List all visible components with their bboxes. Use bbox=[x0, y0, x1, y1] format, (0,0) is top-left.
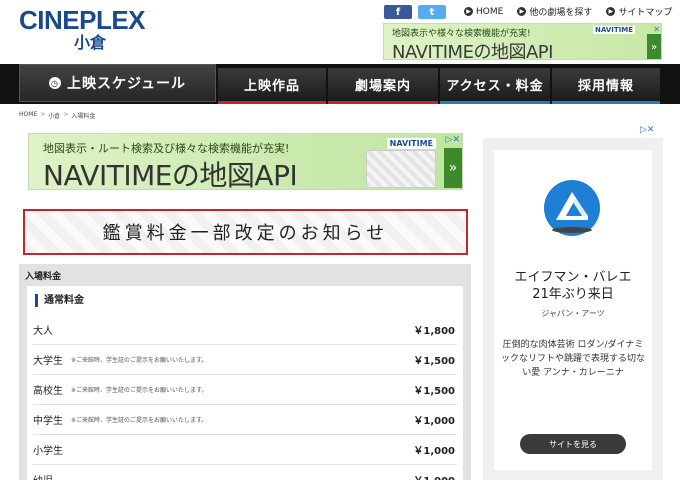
nav-works-label: 上映作品 bbox=[243, 79, 300, 94]
logo-main-text: CINEPLEX bbox=[19, 5, 146, 35]
nav-schedule[interactable]: ◷ 上映スケジュール bbox=[19, 64, 216, 102]
price-category: 大人 bbox=[33, 326, 53, 337]
home-link[interactable]: ▶ HOME bbox=[464, 5, 503, 18]
home-link-label: HOME bbox=[476, 6, 504, 17]
price-category: 大学生 bbox=[33, 356, 63, 367]
breadcrumb-separator: > bbox=[40, 111, 46, 118]
main-nav: ◷ 上映スケジュール 上映作品 劇場案内 アクセス・料金 採用情報 bbox=[0, 64, 680, 104]
price-panel-title: 入場料金 bbox=[25, 272, 62, 282]
map-illustration bbox=[366, 150, 436, 188]
top-links: ▶ HOME ▶ 他の劇場を探す ▶ サイトマップ bbox=[464, 5, 672, 18]
side-ad-close-icon[interactable]: ▷✕ bbox=[640, 125, 654, 135]
twitter-icon: t bbox=[429, 6, 435, 18]
price-row: 高校生 ※ご来館時、学生証のご提示をお願いいたします。 ￥1,500 bbox=[33, 375, 457, 405]
logo-theater-name: 小倉 bbox=[74, 33, 107, 52]
main-ad-brand: NAVITIME bbox=[386, 138, 436, 149]
nav-recruit-label: 採用情報 bbox=[577, 79, 634, 94]
side-ad-description: 圧倒的な肉体芸術 ロダン/ダイナミックなリフトや跳躍で表現する切ない愛 アンナ・… bbox=[500, 340, 645, 378]
arrow-circle-icon: ▶ bbox=[464, 7, 473, 16]
section-title: 通常料金 bbox=[35, 294, 84, 307]
breadcrumb-current: 入場料金 bbox=[71, 113, 96, 120]
nav-theater[interactable]: 劇場案内 bbox=[328, 68, 438, 104]
arrow-circle-icon: ▶ bbox=[606, 7, 616, 16]
sitemap-link[interactable]: ▶ サイトマップ bbox=[606, 5, 672, 18]
price-value: ￥1,500 bbox=[413, 356, 455, 367]
clock-icon: ◷ bbox=[48, 77, 61, 89]
main-banner-ad[interactable]: 地図表示・ルート検索及び様々な検索機能が充実! NAVITIMEの地図API N… bbox=[28, 133, 463, 190]
price-notice-text: 鑑賞料金一部改定のお知らせ bbox=[102, 223, 389, 244]
price-value: ￥1,000 bbox=[413, 472, 455, 480]
side-ad-subtitle: 21年ぶり来日 bbox=[532, 287, 614, 302]
price-category: 小学生 bbox=[33, 446, 63, 457]
price-panel: 入場料金 通常料金 大人 ￥1,800 大学生 ※ご来館時、学生証のご提示をお願… bbox=[19, 264, 471, 480]
price-note: ※ご来館時、学生証のご提示をお願いいたします。 bbox=[71, 387, 208, 394]
price-row: 幼児 ￥1,000 bbox=[33, 465, 457, 480]
nav-works[interactable]: 上映作品 bbox=[218, 68, 326, 104]
main-ad-headline: NAVITIMEの地図API bbox=[43, 159, 298, 190]
nav-access[interactable]: アクセス・料金 bbox=[440, 68, 550, 104]
nav-access-label: アクセス・料金 bbox=[446, 79, 544, 94]
price-row: 大人 ￥1,800 bbox=[33, 315, 457, 345]
side-ad-sponsor: ジャパン・アーツ bbox=[541, 309, 605, 318]
nav-recruit[interactable]: 採用情報 bbox=[552, 68, 660, 104]
price-note: ※ご来館時、学生証のご提示をお願いいたします。 bbox=[71, 417, 208, 424]
top-banner-ad[interactable]: 地図表示や様々な検索機能が充実! NAVITIMEの地図API NAVITIME… bbox=[383, 23, 662, 60]
price-value: ￥1,500 bbox=[413, 386, 455, 397]
site-header: CINEPLEX 小倉 f t ▶ HOME ▶ 他の劇場を探す ▶ サイトマップ 地… bbox=[0, 0, 680, 64]
price-value: ￥1,800 bbox=[413, 326, 455, 337]
price-value: ￥1,000 bbox=[413, 416, 455, 427]
nav-theater-label: 劇場案内 bbox=[354, 79, 411, 94]
price-category: 幼児 bbox=[33, 472, 53, 480]
top-ad-headline: NAVITIMEの地図API bbox=[392, 42, 553, 60]
price-row: 大学生 ※ご来館時、学生証のご提示をお願いいたします。 ￥1,500 bbox=[33, 345, 457, 375]
breadcrumb-home[interactable]: HOME bbox=[19, 111, 37, 120]
breadcrumb: HOME > 小倉 > 入場料金 bbox=[19, 111, 95, 120]
price-table: 通常料金 大人 ￥1,800 大学生 ※ご来館時、学生証のご提示をお願いいたしま… bbox=[27, 286, 463, 480]
price-row: 小学生 ￥1,000 bbox=[33, 435, 457, 465]
sitemap-link-label: サイトマップ bbox=[618, 8, 673, 18]
price-category: 高校生 bbox=[33, 386, 63, 397]
price-note: ※ご来館時、学生証のご提示をお願いいたします。 bbox=[71, 357, 208, 364]
twitter-button[interactable]: t bbox=[418, 5, 446, 19]
price-notice-banner[interactable]: 鑑賞料金一部改定のお知らせ bbox=[23, 209, 468, 255]
find-theater-link-label: 他の劇場を探す bbox=[529, 8, 593, 18]
main-ad-close-icon[interactable]: ▷✕ bbox=[446, 135, 460, 145]
social-buttons: f t bbox=[384, 5, 446, 19]
top-ad-arrow-icon[interactable]: » bbox=[647, 34, 661, 59]
top-ad-brand: NAVITIME bbox=[593, 26, 635, 34]
breadcrumb-theater[interactable]: 小倉 bbox=[48, 111, 60, 120]
facebook-button[interactable]: f bbox=[384, 5, 412, 19]
side-ad-card: エイフマン・バレエ 21年ぶり来日 ジャパン・アーツ 圧倒的な肉体芸術 ロダン/… bbox=[494, 150, 652, 470]
top-ad-close-icon[interactable]: ✕ bbox=[653, 25, 660, 34]
nav-schedule-label: 上映スケジュール bbox=[66, 76, 187, 92]
price-value: ￥1,000 bbox=[413, 446, 455, 457]
sponsor-logo-icon bbox=[544, 180, 600, 236]
arrow-circle-icon: ▶ bbox=[517, 7, 527, 16]
visit-site-button[interactable]: サイトを見る bbox=[520, 434, 626, 454]
price-row: 中学生 ※ご来館時、学生証のご提示をお願いいたします。 ￥1,000 bbox=[33, 405, 457, 435]
main-ad-arrow-icon[interactable]: » bbox=[444, 148, 462, 188]
site-logo[interactable]: CINEPLEX 小倉 bbox=[19, 5, 146, 52]
facebook-icon: f bbox=[395, 6, 401, 18]
breadcrumb-separator: > bbox=[63, 111, 69, 118]
price-category: 中学生 bbox=[33, 416, 63, 427]
side-ad[interactable]: エイフマン・バレエ 21年ぶり来日 ジャパン・アーツ 圧倒的な肉体芸術 ロダン/… bbox=[483, 138, 663, 480]
find-theater-link[interactable]: ▶ 他の劇場を探す bbox=[517, 5, 592, 18]
